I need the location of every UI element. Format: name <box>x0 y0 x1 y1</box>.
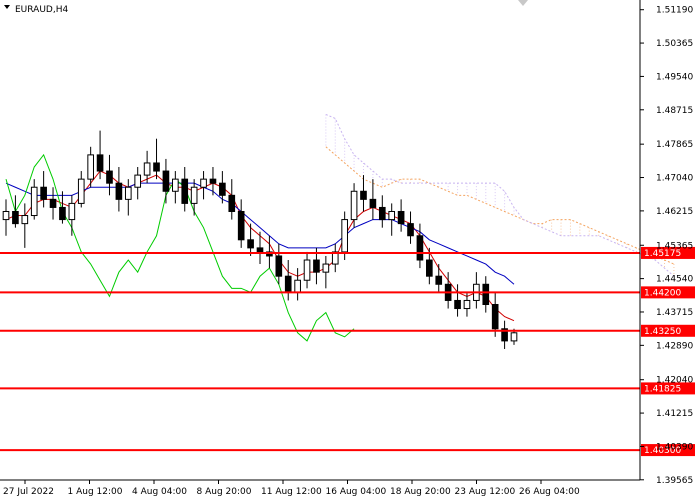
time-tick-label: 26 Aug 04:00 <box>519 487 580 497</box>
candle-body <box>360 190 367 200</box>
candle-body <box>96 154 104 172</box>
price-tick-label: 1.47040 <box>656 174 693 184</box>
price-tick-label: 1.45365 <box>656 241 693 251</box>
price-tick-label: 1.48715 <box>656 106 693 116</box>
candle-body <box>454 299 461 310</box>
candle-body <box>68 202 76 221</box>
candle-body <box>388 210 396 221</box>
price-tick-label: 1.50365 <box>656 39 693 49</box>
candle-body <box>510 332 518 342</box>
price-tick-label: 1.43715 <box>656 308 693 318</box>
price-chart[interactable]: 1.451751.442001.432501.418251.40300 1.51… <box>0 0 700 500</box>
price-tick-label: 1.41215 <box>656 409 693 419</box>
price-tick-label: 1.42890 <box>656 341 693 351</box>
candle-body <box>435 275 443 285</box>
candle-body <box>40 186 47 200</box>
candle-body <box>416 235 424 261</box>
time-tick-label: 8 Aug 20:00 <box>197 487 252 497</box>
candle-body <box>407 223 414 237</box>
candle-body <box>313 259 320 273</box>
candle-body <box>491 303 499 330</box>
candle-body <box>200 178 207 188</box>
candle-body <box>378 206 386 221</box>
time-tick-label: 27 Jul 2022 <box>3 487 54 497</box>
price-tick-label: 1.44540 <box>656 275 693 285</box>
candle-body <box>2 210 10 221</box>
candle-body <box>426 259 433 277</box>
candle-body <box>369 198 377 208</box>
time-tick-label: 4 Aug 04:00 <box>132 487 187 497</box>
candle-body <box>247 239 254 249</box>
price-tick-label: 1.51190 <box>656 6 693 16</box>
candle-body <box>77 178 85 204</box>
candle-body <box>482 283 490 305</box>
candle-body <box>106 170 113 184</box>
time-tick-label: 23 Aug 12:00 <box>455 487 516 497</box>
candle-body <box>303 259 311 281</box>
time-tick-label: 18 Aug 20:00 <box>390 487 451 497</box>
candle-body <box>463 299 471 310</box>
candle-body <box>228 194 236 212</box>
level-label: 1.41825 <box>644 384 681 394</box>
candle-body <box>275 255 283 277</box>
candle-body <box>322 263 330 273</box>
candle-body <box>256 247 264 253</box>
candle-body <box>341 219 348 253</box>
candle-body <box>162 170 170 192</box>
chart-title: EURAUD,H4 <box>15 5 68 15</box>
level-label: 1.44200 <box>644 288 681 298</box>
time-tick-label: 1 Aug 12:00 <box>68 487 123 497</box>
candle-body <box>30 186 38 217</box>
candle-body <box>87 154 94 180</box>
chart-background <box>0 0 700 500</box>
price-tick-label: 1.40390 <box>656 442 693 452</box>
candle-body <box>134 174 142 188</box>
candle-body <box>181 178 189 204</box>
time-tick-label: 16 Aug 04:00 <box>326 487 387 497</box>
candle-body <box>190 186 198 204</box>
candle-body <box>397 210 405 225</box>
price-tick-label: 1.47865 <box>656 140 693 150</box>
candle-body <box>124 186 132 200</box>
level-label: 1.43250 <box>644 327 681 337</box>
candle-body <box>209 178 217 184</box>
candle-body <box>350 190 358 221</box>
time-tick-label: 11 Aug 12:00 <box>261 487 322 497</box>
candle-body <box>294 279 301 293</box>
candle-body <box>49 198 57 208</box>
candle-body <box>219 182 226 196</box>
candle-body <box>284 275 292 293</box>
price-tick-label: 1.42040 <box>656 376 693 386</box>
candle-body <box>143 162 151 176</box>
candle-body <box>153 162 160 172</box>
price-tick-label: 1.49540 <box>656 72 693 82</box>
candle-body <box>237 210 245 241</box>
candle-body <box>172 178 179 192</box>
price-tick-label: 1.46215 <box>656 207 693 217</box>
price-tick-label: 1.39565 <box>656 476 693 486</box>
candle-body <box>115 182 123 200</box>
candle-body <box>21 215 29 225</box>
candle-body <box>59 206 66 221</box>
candle-body <box>12 210 19 225</box>
